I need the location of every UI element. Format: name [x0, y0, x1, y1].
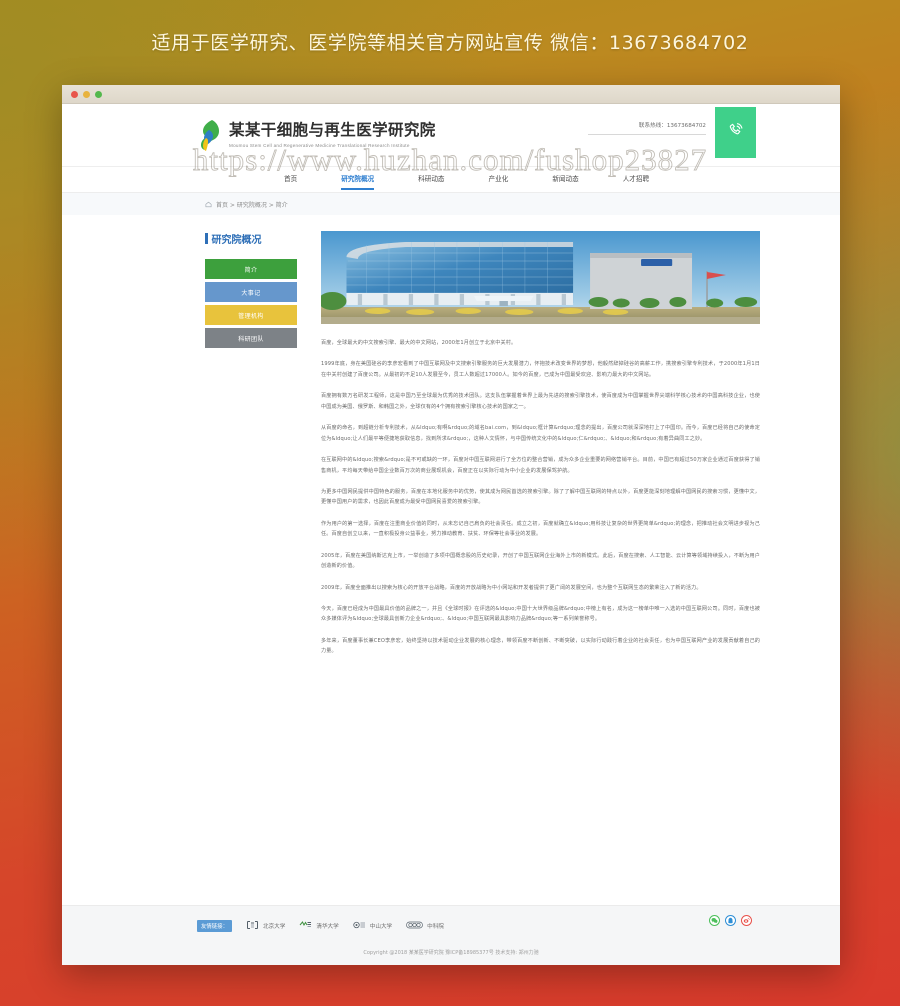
leaf-logo-icon: [197, 118, 221, 152]
friendly-link-0[interactable]: 北京大学: [246, 917, 285, 935]
nav-item-5[interactable]: 人才招聘: [623, 173, 649, 186]
header-contact: 联系热线：13673684702: [588, 121, 706, 135]
paragraph-7: 2005年，百度在美国纳斯达克上市，一举创造了多项中国概念股的历史纪录，开创了中…: [321, 552, 760, 570]
wechat-icon[interactable]: [709, 915, 720, 926]
sidebar-item-2[interactable]: 管理机构: [205, 305, 297, 325]
logo-title-en: Moumou Stem Cell and Regenerative Medici…: [229, 142, 410, 148]
copyright-text: Copyright @2018 某某医学研究院 豫ICP备18985377号 技…: [363, 950, 539, 956]
paragraph-9: 今天，百度已经成为中国最具价值的品牌之一，并且《全球时报》在评选的&ldquo;…: [321, 606, 760, 623]
weibo-icon[interactable]: [741, 915, 752, 926]
friendly-link-3-label: 中科院: [427, 924, 444, 930]
paragraph-5: 为更多中国网民提供中国特色的服务，百度在本地化服务中的优势，使其成为网民首选的搜…: [321, 488, 760, 506]
paragraph-2: 百度拥有数万名研发工程师，这是中国乃至全球最为优秀的技术团队。这支队伍掌握着世界…: [321, 393, 760, 410]
sidebar-item-1-label: 大事记: [241, 289, 261, 297]
sidebar-item-1[interactable]: 大事记: [205, 282, 297, 302]
promo-banner-text: 适用于医学研究、医学院等相关官方网站宣传 微信：13673684702: [151, 31, 749, 54]
social-links: [709, 915, 752, 926]
paragraph-4: 在互联网中的&ldquo;搜索&rdquo;是不可或缺的一环，百度对中国互联网进…: [321, 457, 760, 474]
paragraph-1: 1999年底，身在美国硅谷的李彦宏看到了中国互联网及中文搜索引擎服务的巨大发展潜…: [321, 361, 760, 378]
header-contact-divider: [588, 134, 706, 135]
header-hotline-text: 联系热线：13673684702: [638, 123, 706, 129]
header-phone-button[interactable]: [715, 107, 756, 158]
friendly-link-1[interactable]: 清华大学: [299, 917, 339, 935]
qq-icon[interactable]: [725, 915, 736, 926]
breadcrumb: 首页 > 研究院概况 > 简介: [62, 192, 840, 215]
friendly-links-label: 友情链接：: [197, 920, 232, 932]
site-logo[interactable]: 某某干细胞与再生医学研究院 Moumou Stem Cell and Regen…: [197, 118, 436, 152]
browser-window: 某某干细胞与再生医学研究院 Moumou Stem Cell and Regen…: [62, 85, 840, 965]
friendly-link-2[interactable]: 中山大学: [353, 917, 392, 935]
nav-item-0[interactable]: 首页: [284, 173, 297, 186]
paragraph-3: 从百度的命名，到超链分析专利技术，从&ldquo;有啊&rdquo;的域名bai…: [321, 425, 760, 442]
browser-titlebar: [62, 85, 840, 104]
breadcrumb-text: 首页 > 研究院概况 > 简介: [216, 201, 288, 209]
page-viewport: 某某干细胞与再生医学研究院 Moumou Stem Cell and Regen…: [62, 104, 840, 965]
sidebar-item-0[interactable]: 简介: [205, 259, 297, 279]
nav-item-4[interactable]: 新闻动态: [552, 173, 578, 186]
sidebar-title: 研究院概况: [205, 231, 297, 246]
sidebar: 研究院概况 简介 大事记 管理机构 科研团队: [205, 231, 297, 915]
article-content: 百度，全球最大的中文搜索引擎、最大的中文网站，2000年1月创立于北京中关村。 …: [321, 231, 760, 915]
friendly-link-3[interactable]: 中科院: [406, 917, 444, 935]
friendly-links-row: 友情链接： 北京大学 清华大学 中山大学 中科院: [62, 906, 840, 935]
sidebar-item-2-label: 管理机构: [238, 312, 264, 320]
sidebar-item-3[interactable]: 科研团队: [205, 328, 297, 348]
window-zoom-button[interactable]: [95, 90, 102, 98]
home-icon: [205, 201, 212, 208]
phone-icon: [727, 121, 745, 144]
paragraph-10: 多年来，百度董事长兼CEO李彦宏，始终坚持以技术驱动企业发展的核心理念，带领百度…: [321, 637, 760, 655]
paragraph-0: 百度，全球最大的中文搜索引擎、最大的中文网站，2000年1月创立于北京中关村。: [321, 340, 517, 346]
logo-title-cn: 某某干细胞与再生医学研究院: [229, 121, 436, 140]
peking-university-logo-icon: [246, 917, 259, 935]
logo-text-block: 某某干细胞与再生医学研究院 Moumou Stem Cell and Regen…: [229, 121, 436, 148]
hero-building-image: [321, 231, 760, 324]
paragraph-8: 2009年，百度全面推出以搜索为核心的开放平台战略，百度的开放战略为中小网站和开…: [321, 584, 702, 591]
nav-item-1[interactable]: 研究院概况: [341, 173, 374, 190]
main-content-area: 研究院概况 简介 大事记 管理机构 科研团队 百度，全球最大的中文搜索引擎、最大…: [62, 215, 840, 915]
site-footer: 友情链接： 北京大学 清华大学 中山大学 中科院 Copyright @2018…: [62, 905, 840, 965]
cas-logo-icon: [406, 917, 423, 935]
window-minimize-button[interactable]: [83, 90, 90, 98]
sidebar-item-3-label: 科研团队: [238, 335, 264, 343]
window-close-button[interactable]: [71, 90, 78, 98]
tsinghua-university-logo-icon: [299, 917, 312, 935]
nav-item-3[interactable]: 产业化: [489, 173, 509, 186]
nav-item-2[interactable]: 科研动态: [418, 173, 444, 186]
primary-navigation: 首页 研究院概况 科研动态 产业化 新闻动态 人才招聘: [62, 166, 840, 192]
paragraph-6: 作为用户的第一选择，百度在注重商业价值的同时，从未忘记自己肩负的社会责任。成立之…: [321, 520, 760, 538]
promo-banner: 适用于医学研究、医学院等相关官方网站宣传 微信：13673684702: [0, 0, 900, 82]
friendly-link-1-label: 清华大学: [316, 924, 339, 930]
site-header: 某某干细胞与再生医学研究院 Moumou Stem Cell and Regen…: [62, 104, 840, 166]
sun-yat-sen-university-logo-icon: [353, 917, 366, 935]
sidebar-item-0-label: 简介: [244, 266, 258, 274]
friendly-link-2-label: 中山大学: [369, 924, 393, 930]
friendly-link-0-label: 北京大学: [262, 924, 286, 930]
